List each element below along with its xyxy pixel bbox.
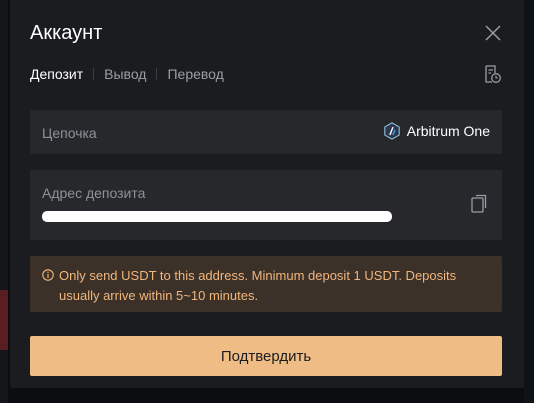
deposit-address-label: Адрес депозита: [42, 185, 146, 201]
tab-divider: [156, 68, 158, 80]
background-left-strip: [0, 0, 8, 403]
deposit-notice: Only send USDT to this address. Minimum …: [30, 256, 502, 312]
notice-text: Only send USDT to this address. Minimum …: [59, 268, 457, 303]
chain-value: Arbitrum One: [383, 122, 490, 140]
chain-selector[interactable]: Цепочка Arbitrum One: [30, 110, 502, 154]
deposit-address-value[interactable]: [42, 211, 392, 222]
close-icon[interactable]: [484, 24, 502, 42]
copy-icon[interactable]: [470, 194, 488, 214]
tab-bar: Депозит Вывод Перевод: [30, 66, 224, 82]
account-modal: Аккаунт Депозит Вывод Перевод Цепочка Ar…: [10, 0, 524, 388]
deposit-address-field: Адрес депозита: [30, 170, 502, 240]
background-candle: [0, 290, 8, 350]
tab-divider: [93, 68, 95, 80]
background-tick: [524, 6, 534, 16]
tab-withdraw[interactable]: Вывод: [104, 66, 146, 82]
chain-name: Arbitrum One: [406, 123, 490, 139]
tab-transfer[interactable]: Перевод: [167, 66, 223, 82]
tab-deposit[interactable]: Депозит: [30, 66, 83, 82]
confirm-button[interactable]: Подтвердить: [30, 336, 502, 376]
history-icon[interactable]: [482, 64, 502, 84]
info-icon: [42, 269, 54, 281]
arbitrum-icon: [384, 122, 400, 140]
chain-label: Цепочка: [42, 125, 97, 141]
modal-title: Аккаунт: [30, 22, 103, 44]
background-price-column: [524, 0, 534, 403]
